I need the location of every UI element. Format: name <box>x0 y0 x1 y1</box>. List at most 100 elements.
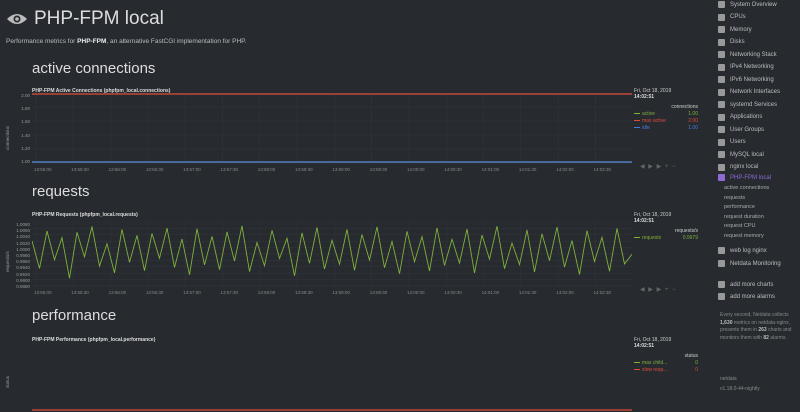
sidebar-item-user-groups[interactable]: User Groups <box>718 126 764 133</box>
sidebar-item-label: Network Interfaces <box>730 89 781 95</box>
chart-controls-requests[interactable]: ◀ ▶ ▶ + − <box>640 286 677 293</box>
sidebar-item-system-overview[interactable]: System Overview <box>718 1 777 8</box>
y-tick-label: 0.9960 <box>16 259 30 265</box>
users-icon <box>718 126 725 133</box>
sidebar-item-label: add more alarms <box>730 293 776 300</box>
sidebar-item-ipv4-networking[interactable]: IPv4 Networking <box>718 63 774 71</box>
x-tick-label: 13:56:00 <box>108 167 127 172</box>
legend-swatch <box>634 369 640 371</box>
x-tick-label: 14:02:30 <box>593 167 612 172</box>
legend-row-max-active[interactable]: max active 2.00 <box>634 118 698 124</box>
x-tick-label: 13:55:00 <box>34 167 52 172</box>
sidebar-item-label: Applications <box>730 114 763 120</box>
sidebar-item-disks[interactable]: Disks <box>718 38 745 46</box>
server-icon <box>718 163 725 171</box>
page-title: PHP-FPM local <box>34 8 164 29</box>
cloud-icon <box>718 76 725 83</box>
sidebar-subitem-request-memory[interactable]: request memory <box>724 233 764 239</box>
sidebar-item-cpus[interactable]: CPUs <box>718 13 746 21</box>
sidebar-item-network-interfaces[interactable]: Network Interfaces <box>718 88 781 96</box>
sidebar-item-memory[interactable]: Memory <box>718 26 752 33</box>
requests-legend: Fri, Oct 18, 2019 14:02:51 requests/s re… <box>634 212 698 241</box>
legend-time: 14:02:51 <box>634 94 655 100</box>
legend-row-active[interactable]: active 1.00 <box>634 111 698 117</box>
add-more-charts-link[interactable]: add more charts <box>718 281 773 288</box>
chart-title-requests: PHP-FPM Requests (phpfpm_local.requests) <box>32 212 138 218</box>
y-axis-label-performance: status <box>5 375 10 388</box>
sidebar-item-label: PHP-FPM local <box>730 174 772 181</box>
performance-legend: Fri, Oct 18, 2019 14:02:51 status max ch… <box>634 337 698 373</box>
sidebar-item-label: CPUs <box>730 14 746 20</box>
requests-chart[interactable] <box>32 222 632 288</box>
legend-row-slow-requ-[interactable]: slow requ... 0 <box>634 367 698 373</box>
legend-value: 0 <box>695 367 698 373</box>
sidebar-item-netdata-monitoring[interactable]: Netdata Monitoring <box>718 260 781 267</box>
y-tick-label: 1.0080 <box>16 222 30 227</box>
x-tick-label: 13:55:30 <box>71 167 89 172</box>
sidebar-item-label: Memory <box>730 26 752 33</box>
x-tick-label: 14:01:30 <box>518 290 537 295</box>
legend-row-idle[interactable]: idle 1.00 <box>634 125 698 131</box>
cloud-icon <box>718 63 725 71</box>
sidebar-item-label: nginx local <box>730 164 759 170</box>
y-tick-label: 1.60 <box>21 119 30 125</box>
x-tick-label: 13:57:30 <box>220 167 239 172</box>
x-tick-label: 14:02:00 <box>556 167 574 172</box>
legend-value: 0 <box>695 360 698 366</box>
user-icon <box>718 138 725 146</box>
legend-name: max child... <box>642 360 668 366</box>
x-tick-label: 13:56:30 <box>145 167 164 172</box>
x-tick-label: 13:56:00 <box>108 290 127 295</box>
legend-swatch <box>634 362 640 364</box>
legend-swatch <box>634 113 640 115</box>
sidebar-item-phpfpm-local[interactable]: PHP-FPM local <box>718 174 771 181</box>
performance-chart[interactable] <box>32 345 632 412</box>
sidebar-subitem-request-duration[interactable]: request duration <box>724 214 764 220</box>
legend-swatch <box>634 127 640 129</box>
x-tick-label: 14:02:30 <box>593 290 612 295</box>
x-tick-label: 14:00:30 <box>444 167 462 172</box>
page-header: PHP-FPM local <box>6 8 164 30</box>
x-tick-label: 14:00:00 <box>407 290 425 295</box>
x-tick-label: 13:57:30 <box>220 290 239 295</box>
sidebar-item-ipv6-networking[interactable]: IPv6 Networking <box>718 76 774 83</box>
sidebar-item-label: MySQL local <box>730 151 764 158</box>
y-tick-label: 1.0000 <box>16 246 30 252</box>
sidebar-subitem-request-cpu[interactable]: request CPU <box>724 223 756 229</box>
sidebar-item-label: Users <box>730 139 746 145</box>
x-tick-label: 13:59:00 <box>332 290 350 295</box>
legend-row-requests[interactable]: requests 0.9979 <box>634 235 698 241</box>
plus-icon <box>718 281 725 288</box>
sidebar-item-users[interactable]: Users <box>718 138 746 146</box>
x-tick-label: 13:55:30 <box>71 290 89 295</box>
x-tick-label: 13:59:30 <box>369 290 388 295</box>
sidebar-subitem-active-connections[interactable]: active connections <box>724 185 769 191</box>
sidebar-subitem-requests[interactable]: requests <box>724 195 745 201</box>
chart-controls-connections[interactable]: ◀ ▶ ▶ + − <box>640 163 677 170</box>
connections-chart[interactable] <box>32 93 632 165</box>
sidebar-item-networking-stack[interactable]: Networking Stack <box>718 51 777 58</box>
add-more-alarms-link[interactable]: add more alarms <box>718 293 775 300</box>
legend-name: slow requ... <box>642 367 668 373</box>
sidebar-item-nginx-local[interactable]: nginx local <box>718 163 759 171</box>
sidebar-version: v1.18.0-44-nightly <box>720 386 760 392</box>
sidebar-item-systemd-services[interactable]: systemd Services <box>718 101 777 108</box>
cogs-icon <box>718 101 725 108</box>
legend-value: 1.00 <box>688 111 698 117</box>
sidebar-item-web-log-nginx[interactable]: web log nginx <box>718 247 767 254</box>
x-tick-label: 14:00:00 <box>407 167 425 172</box>
x-tick-label: 13:57:00 <box>183 167 201 172</box>
x-tick-label: 13:58:30 <box>295 167 313 172</box>
legend-name: idle <box>642 125 650 131</box>
y-tick-label: 1.0040 <box>16 234 30 240</box>
x-tick-label: 13:59:30 <box>369 167 388 172</box>
sidebar-item-label: Networking Stack <box>730 51 777 58</box>
sidebar-subitem-performance[interactable]: performance <box>724 204 755 210</box>
legend-row-max-child-[interactable]: max child... 0 <box>634 360 698 366</box>
section-title-performance: performance <box>32 307 117 324</box>
y-tick-label: 1.0060 <box>16 228 30 234</box>
y-tick-label: 0.9880 <box>16 284 30 289</box>
sidebar-item-mysql-local[interactable]: MySQL local <box>718 151 764 158</box>
sidebar-item-applications[interactable]: Applications <box>718 113 763 121</box>
x-tick-label: 14:00:30 <box>444 290 462 295</box>
